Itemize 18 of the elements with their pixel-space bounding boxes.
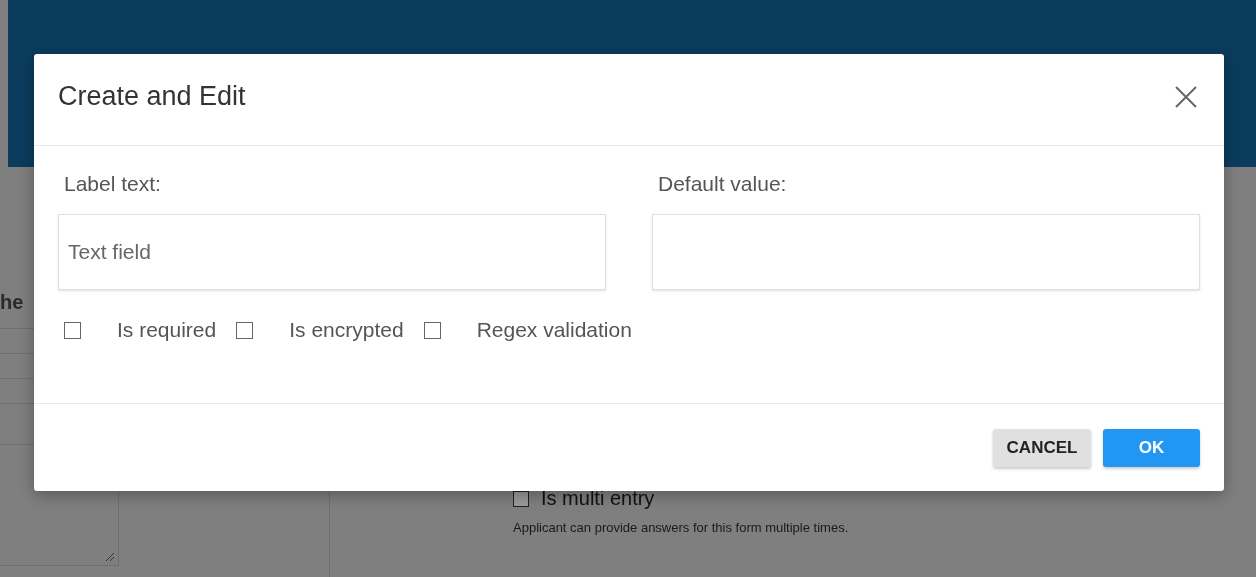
field-label: Label text: [63, 172, 162, 196]
input-field[interactable] [652, 214, 1200, 290]
checkbox-label: Is encrypted [289, 318, 404, 342]
input-field[interactable]: Text field [58, 214, 606, 290]
checkbox-label: Is multi entry [541, 487, 655, 510]
resize-handle-icon[interactable] [105, 552, 115, 562]
checkbox-label: Is required [117, 318, 217, 342]
dialog-title: Create and Edit [58, 81, 246, 112]
checkbox[interactable] [236, 321, 254, 339]
checkbox-label: Regex validation [476, 318, 632, 342]
cancel-button[interactable]: CANCEL [993, 428, 1091, 467]
checkbox[interactable] [423, 321, 441, 339]
hint-text: Applicant can provide answers for this form multiple times. [513, 520, 850, 535]
checkbox[interactable] [64, 321, 81, 339]
field-label: Default value: [657, 172, 788, 196]
close-button[interactable] [1174, 84, 1198, 109]
ok-button[interactable]: OK [1103, 428, 1200, 467]
heading-text: he [0, 291, 25, 314]
